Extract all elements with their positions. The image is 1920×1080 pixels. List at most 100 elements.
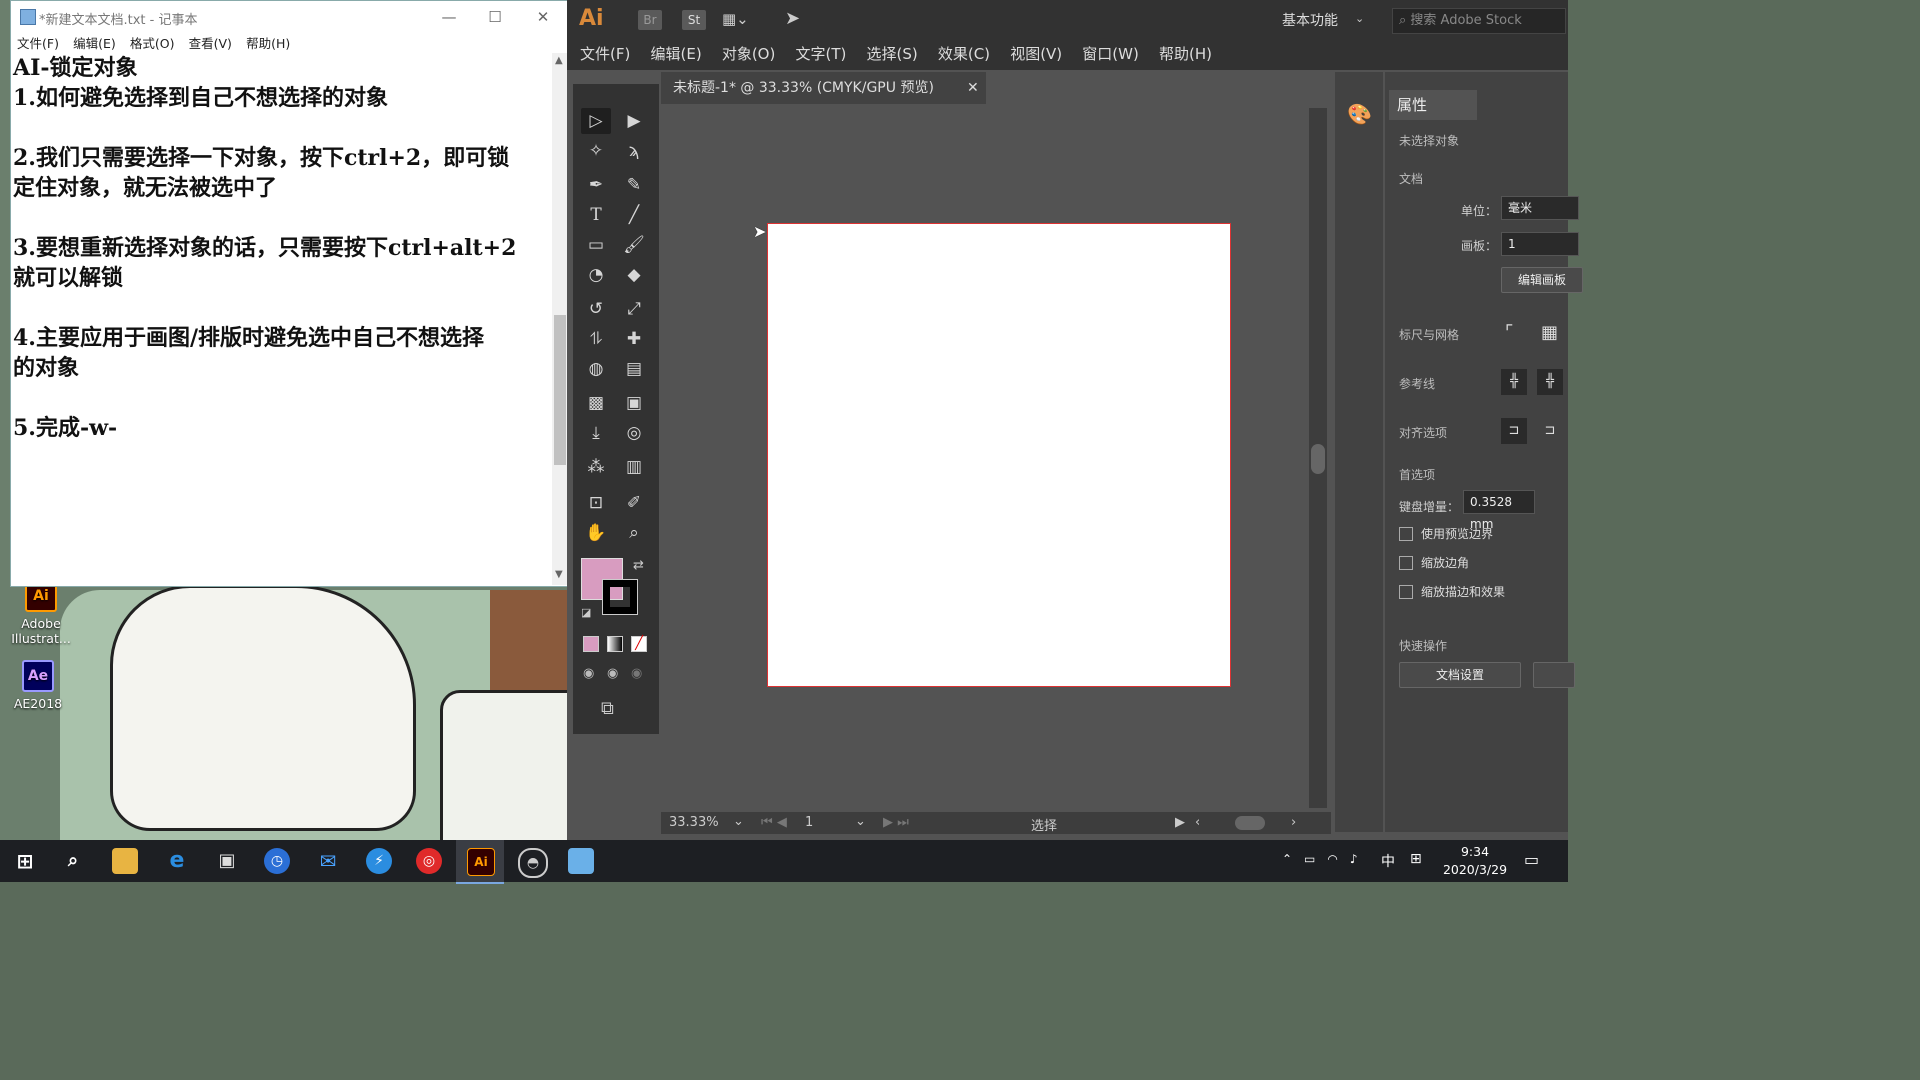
stroke-swatch[interactable] (602, 579, 638, 615)
notepad-scrollbar[interactable]: ▲ ▼ (552, 53, 568, 585)
width-tool-icon[interactable]: ⥮ (581, 326, 611, 352)
menu-edit[interactable]: 编辑(E) (650, 40, 701, 68)
vertical-scrollbar[interactable] (1309, 108, 1327, 808)
file-explorer-icon[interactable] (112, 848, 138, 874)
zoom-tool-icon[interactable]: ⌕ (619, 520, 649, 546)
align-to-pixel-icon[interactable]: ⊐ (1501, 418, 1527, 444)
eyedropper-tool-icon[interactable]: ⤓ (581, 420, 611, 446)
desktop-icon-ae[interactable]: Ae AE2018 (3, 660, 73, 711)
perspective-grid-tool-icon[interactable]: ▤ (619, 356, 649, 382)
scrollbar-thumb[interactable] (554, 315, 566, 465)
ime-mode-icon[interactable]: ⊞ (1410, 851, 1422, 867)
guides-icon[interactable]: ╬ (1501, 369, 1527, 395)
taskbar-active-app[interactable]: Ai (456, 840, 504, 884)
desktop-icon-illustrator[interactable]: Ai Adobe Illustrat... (6, 580, 76, 646)
draw-inside-icon[interactable]: ◉ (631, 666, 642, 681)
stock-search-input[interactable]: ⌕ 搜索 Adobe Stock (1392, 8, 1566, 34)
store-icon[interactable]: ▣ (214, 848, 240, 874)
document-setup-button[interactable]: 文档设置 (1399, 662, 1521, 688)
clock[interactable]: 9:34 2020/3/29 (1440, 843, 1510, 879)
unit-select[interactable]: 毫米 (1501, 196, 1579, 220)
menu-window[interactable]: 窗口(W) (1082, 40, 1139, 68)
line-tool-icon[interactable]: ╱ (619, 202, 649, 228)
puppet-warp-tool-icon[interactable]: ✚ (619, 326, 649, 352)
bridge-button[interactable]: Br (638, 10, 662, 30)
close-tab-icon[interactable]: ✕ (967, 72, 979, 104)
default-fill-stroke-icon[interactable]: ◪ (581, 606, 591, 619)
hand-tool-icon[interactable]: ✋ (581, 520, 611, 546)
none-mode-icon[interactable]: ╱ (631, 636, 647, 652)
slice-tool-icon[interactable]: ✐ (619, 490, 649, 516)
menu-edit[interactable]: 编辑(E) (73, 36, 116, 51)
netease-music-icon[interactable]: ◎ (416, 848, 442, 874)
notepad-titlebar[interactable]: *新建文本文档.txt - 记事本 — ☐ ✕ (11, 1, 568, 33)
type-tool-icon[interactable]: T (581, 202, 611, 228)
chevron-down-icon[interactable]: ⌄ (733, 814, 744, 829)
artboard[interactable] (767, 223, 1231, 687)
selection-tool-icon[interactable]: ▷ (581, 108, 611, 134)
next-artboard-icon[interactable]: ▶ ⏭ (883, 815, 909, 830)
symbol-sprayer-tool-icon[interactable]: ⁂ (581, 454, 611, 480)
scroll-left-icon[interactable]: ‹ (1195, 815, 1200, 830)
blend-tool-icon[interactable]: ◎ (619, 420, 649, 446)
artboard-select[interactable]: 1 (1501, 232, 1579, 256)
document-tab[interactable]: 未标题-1* @ 33.33% (CMYK/GPU 预览) ✕ (661, 72, 986, 104)
clock-app-icon[interactable]: ◷ (264, 848, 290, 874)
scale-strokes-checkbox[interactable] (1399, 585, 1413, 599)
menu-type[interactable]: 文字(T) (795, 40, 846, 68)
paintbrush-tool-icon[interactable]: 🖌 (619, 232, 649, 258)
column-graph-tool-icon[interactable]: ▥ (619, 454, 649, 480)
grid-icon[interactable]: ▦ (1541, 322, 1558, 343)
magic-wand-tool-icon[interactable]: ✧ (581, 138, 611, 164)
smart-guides-icon[interactable]: ╬ (1537, 369, 1563, 395)
notepad-icon[interactable] (568, 848, 594, 874)
swap-fill-stroke-icon[interactable]: ⇄ (633, 558, 644, 573)
zoom-level[interactable]: 33.33% (669, 815, 719, 830)
menu-view[interactable]: 视图(V) (1010, 40, 1062, 68)
chevron-down-icon[interactable]: ⌄ (855, 814, 866, 829)
app-icon[interactable]: ⚡ (366, 848, 392, 874)
curvature-tool-icon[interactable]: ✎ (619, 172, 649, 198)
notepad-text-area[interactable]: AI-锁定对象 1.如何避免选择到自己不想选择的对象 2.我们只需要选择一下对象… (13, 53, 553, 583)
artboard-tool-icon[interactable]: ⊡ (581, 490, 611, 516)
close-button[interactable]: ✕ (523, 5, 563, 29)
draw-behind-icon[interactable]: ◉ (607, 666, 618, 681)
ime-indicator[interactable]: 中 (1381, 851, 1395, 871)
edit-artboard-button[interactable]: 编辑画板 (1501, 267, 1583, 293)
eraser-tool-icon[interactable]: ◆ (619, 262, 649, 288)
canvas[interactable]: ➤ (661, 106, 1331, 833)
menu-help[interactable]: 帮助(H) (246, 36, 290, 51)
scroll-right-icon[interactable]: › (1291, 815, 1296, 830)
mail-icon[interactable]: ✉ (315, 848, 341, 874)
scroll-down-icon[interactable]: ▼ (555, 569, 563, 580)
pen-tool-icon[interactable]: ✒ (581, 172, 611, 198)
edge-icon[interactable]: e (164, 848, 190, 874)
properties-tab[interactable]: 属性 (1389, 90, 1477, 120)
first-artboard-icon[interactable]: ⏮ ◀ (761, 815, 787, 830)
preview-bounds-checkbox[interactable] (1399, 527, 1413, 541)
stock-button[interactable]: St (682, 10, 706, 30)
menu-help[interactable]: 帮助(H) (1159, 40, 1212, 68)
start-windows-icon[interactable]: ⊞ (12, 848, 38, 874)
tray-icons[interactable]: ⌃▭◠♪ (1282, 852, 1370, 866)
menu-file[interactable]: 文件(F) (17, 36, 59, 51)
minimize-button[interactable]: — (429, 5, 469, 29)
menu-view[interactable]: 查看(V) (189, 36, 232, 51)
color-mode-icon[interactable] (583, 636, 599, 652)
preferences-button[interactable] (1533, 662, 1575, 688)
draw-normal-icon[interactable]: ◉ (583, 666, 594, 681)
menu-select[interactable]: 选择(S) (866, 40, 917, 68)
align-options-icon[interactable]: ⊐ (1537, 418, 1563, 444)
horizontal-scroll-thumb[interactable] (1235, 816, 1265, 830)
color-guide-icon[interactable]: 🎨 (1347, 102, 1372, 126)
mesh-tool-icon[interactable]: ▩ (581, 390, 611, 416)
menu-file[interactable]: 文件(F) (580, 40, 630, 68)
gradient-mode-icon[interactable] (607, 636, 623, 652)
gpu-performance-icon[interactable]: ➤ (785, 8, 800, 29)
gradient-tool-icon[interactable]: ▣ (619, 390, 649, 416)
menu-effect[interactable]: 效果(C) (938, 40, 990, 68)
scroll-up-icon[interactable]: ▲ (555, 55, 563, 66)
lasso-tool-icon[interactable]: ϡ (619, 138, 649, 164)
maximize-button[interactable]: ☐ (475, 5, 515, 29)
keyboard-increment-input[interactable]: 0.3528 mm (1463, 490, 1535, 531)
